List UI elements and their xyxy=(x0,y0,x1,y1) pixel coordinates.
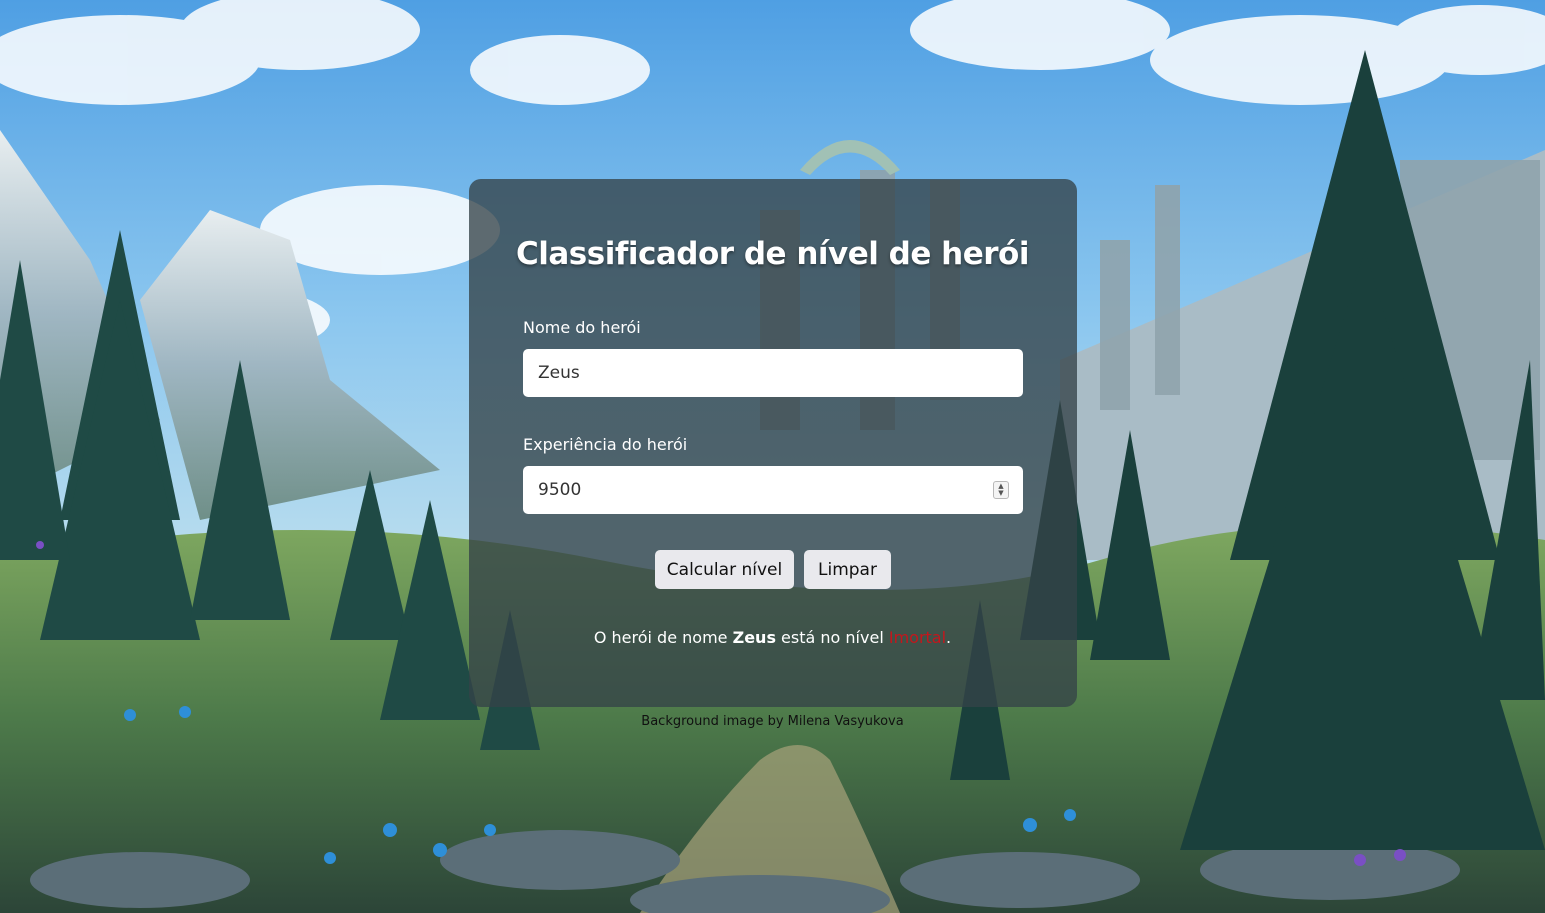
spin-down-icon[interactable]: ▼ xyxy=(998,490,1003,497)
hero-xp-value: 9500 xyxy=(538,480,582,500)
calculate-level-button[interactable]: Calcular nível xyxy=(655,550,794,589)
hero-name-input[interactable]: Zeus xyxy=(523,349,1023,397)
number-spinner[interactable]: ▲ ▼ xyxy=(993,481,1009,499)
result-level: Imortal xyxy=(888,628,947,647)
background-credit: Background image by Milena Vasyukova xyxy=(641,714,904,729)
result-suffix: . xyxy=(946,628,952,647)
hero-xp-input[interactable]: 9500 ▲ ▼ xyxy=(523,466,1023,514)
result-middle: está no nível xyxy=(775,628,889,647)
result-hero-name: Zeus xyxy=(732,628,776,647)
result-prefix: O herói de nome xyxy=(593,628,733,647)
app-root: Classificador de nível de herói Nome do … xyxy=(0,0,1545,913)
clear-button[interactable]: Limpar xyxy=(804,550,891,589)
page-title: Classificador de nível de herói xyxy=(516,236,1029,272)
hero-name-label: Nome do herói xyxy=(523,318,641,337)
hero-name-value: Zeus xyxy=(538,363,580,383)
result-message: O herói de nome Zeus está no nível Imort… xyxy=(0,628,1545,647)
hero-xp-label: Experiência do herói xyxy=(523,435,688,454)
